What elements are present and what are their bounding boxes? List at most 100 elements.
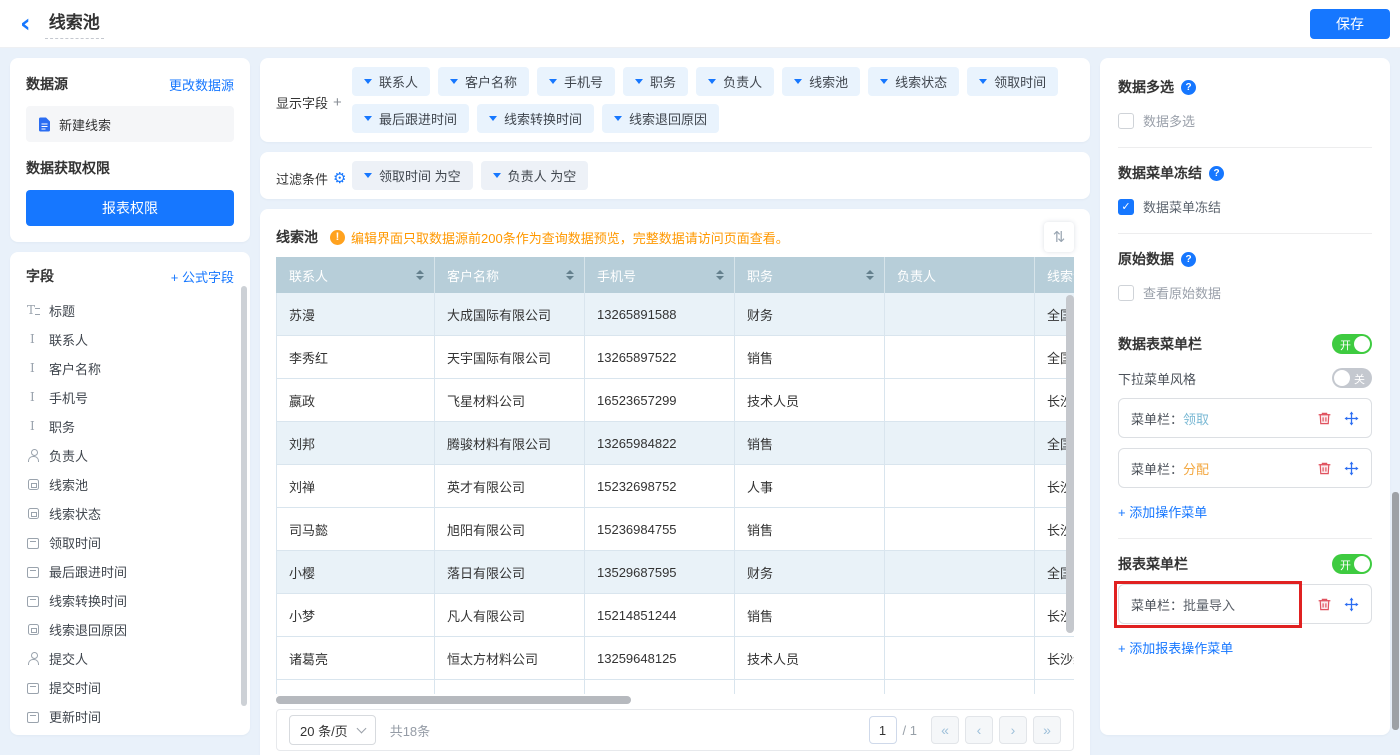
menu-bar-item[interactable]: 菜单栏：批量导入 bbox=[1118, 584, 1372, 624]
fields-scrollbar[interactable] bbox=[241, 286, 247, 706]
back-icon[interactable]: ‹ bbox=[20, 13, 31, 35]
sort-icon[interactable] bbox=[416, 270, 424, 280]
save-button[interactable]: 保存 bbox=[1310, 9, 1390, 39]
checkbox[interactable] bbox=[1118, 285, 1134, 301]
field-item[interactable]: 领取时间 bbox=[26, 528, 234, 557]
field-item[interactable]: 客户名称 bbox=[26, 354, 234, 383]
sort-icon[interactable] bbox=[566, 270, 574, 280]
move-icon[interactable] bbox=[1344, 411, 1359, 426]
field-item[interactable]: 职务 bbox=[26, 412, 234, 441]
field-item[interactable]: 手机号 bbox=[26, 383, 234, 412]
field-item[interactable]: 线索转换时间 bbox=[26, 586, 234, 615]
report-menu-section: 报表菜单栏 开 菜单栏：批量导入 bbox=[1118, 539, 1372, 674]
field-item[interactable]: 更新时间 bbox=[26, 702, 234, 731]
move-icon[interactable] bbox=[1344, 597, 1359, 612]
chevron-down-icon bbox=[635, 79, 643, 84]
help-icon[interactable] bbox=[1209, 166, 1224, 181]
field-item[interactable]: 负责人 bbox=[26, 441, 234, 470]
menu-item-prefix: 菜单栏： bbox=[1131, 462, 1183, 477]
chevron-down-icon bbox=[880, 79, 888, 84]
field-item[interactable]: 线索退回原因 bbox=[26, 615, 234, 644]
table-row: 刘邦 腾骏材料有限公司 13265984822 销售 全国线索 bbox=[277, 422, 1074, 465]
page-scrollbar[interactable] bbox=[1392, 492, 1399, 730]
chevron-down-icon bbox=[708, 79, 716, 84]
page-title[interactable]: 线索池 bbox=[45, 8, 104, 39]
table-cell: 财务 bbox=[735, 293, 885, 336]
add-display-field-button[interactable]: + bbox=[333, 94, 342, 111]
display-field-tag[interactable]: 联系人 bbox=[352, 67, 430, 96]
checkbox-row[interactable]: 数据多选 bbox=[1118, 111, 1372, 130]
change-datasource-link[interactable]: 更改数据源 bbox=[169, 75, 234, 94]
table-menu-toggle[interactable]: 开 bbox=[1332, 334, 1372, 354]
delete-icon[interactable] bbox=[1317, 597, 1332, 612]
column-header[interactable]: 负责人 bbox=[885, 257, 1035, 293]
field-item[interactable]: 提交人 bbox=[26, 644, 234, 673]
first-page-button[interactable]: « bbox=[931, 716, 959, 744]
field-item[interactable]: 线索状态 bbox=[26, 499, 234, 528]
field-item[interactable]: 标题 bbox=[26, 296, 234, 325]
menu-bar-item[interactable]: 菜单栏：分配 bbox=[1118, 448, 1372, 488]
display-field-tag[interactable]: 领取时间 bbox=[967, 67, 1058, 96]
chevron-down-icon bbox=[614, 116, 622, 121]
field-item[interactable]: 联系人 bbox=[26, 325, 234, 354]
display-field-tag[interactable]: 线索状态 bbox=[868, 67, 959, 96]
delete-icon[interactable] bbox=[1317, 461, 1332, 476]
table-vertical-scrollbar[interactable] bbox=[1066, 295, 1074, 633]
gear-icon[interactable]: ⚙ bbox=[333, 171, 346, 186]
field-label: 负责人 bbox=[49, 446, 88, 465]
filter-tag[interactable]: 负责人 为空 bbox=[481, 161, 589, 190]
checkbox[interactable] bbox=[1118, 113, 1134, 129]
display-field-tag[interactable]: 线索转换时间 bbox=[477, 104, 594, 133]
field-item[interactable]: 提交时间 bbox=[26, 673, 234, 702]
column-header[interactable]: 职务 bbox=[735, 257, 885, 293]
datasource-item[interactable]: 新建线索 bbox=[26, 106, 234, 142]
display-field-tag[interactable]: 负责人 bbox=[696, 67, 774, 96]
display-field-tag[interactable]: 手机号 bbox=[537, 67, 615, 96]
column-header[interactable]: 线索池 bbox=[1035, 257, 1175, 293]
table-cell: 苏漫 bbox=[277, 293, 435, 336]
checkbox-row[interactable]: 数据菜单冻结 bbox=[1118, 197, 1372, 216]
report-menu-toggle[interactable]: 开 bbox=[1332, 554, 1372, 574]
field-item[interactable]: 最后跟进时间 bbox=[26, 557, 234, 586]
column-header[interactable]: 联系人 bbox=[277, 257, 435, 293]
table-row: 刘禅 英才有限公司 15232698752 人事 长沙线索 bbox=[277, 465, 1074, 508]
tag-label: 线索转换时间 bbox=[504, 109, 582, 128]
delete-icon[interactable] bbox=[1317, 411, 1332, 426]
move-icon[interactable] bbox=[1344, 461, 1359, 476]
field-label: 标题 bbox=[49, 301, 75, 320]
display-field-tag[interactable]: 职务 bbox=[623, 67, 688, 96]
prev-page-button[interactable]: ‹ bbox=[965, 716, 993, 744]
report-permission-button[interactable]: 报表权限 bbox=[26, 190, 234, 226]
checkbox[interactable] bbox=[1118, 199, 1134, 215]
column-header[interactable]: 手机号 bbox=[585, 257, 735, 293]
help-icon[interactable] bbox=[1181, 80, 1196, 95]
sort-icon[interactable] bbox=[866, 270, 874, 280]
field-type-icon bbox=[26, 478, 40, 492]
chevron-down-icon bbox=[489, 116, 497, 121]
display-field-tag[interactable]: 客户名称 bbox=[438, 67, 529, 96]
table-horizontal-scrollbar[interactable] bbox=[276, 696, 631, 704]
table-cell: 15232698752 bbox=[585, 465, 735, 508]
column-header[interactable]: 客户名称 bbox=[435, 257, 585, 293]
checkbox-label: 数据菜单冻结 bbox=[1143, 197, 1221, 216]
add-report-action-menu-link[interactable]: + 添加报表操作菜单 bbox=[1118, 638, 1233, 657]
table-sort-button[interactable]: ⇅ bbox=[1044, 222, 1074, 252]
table-header: 联系人 客户名称 手机号 职务 bbox=[276, 257, 1074, 293]
last-page-button[interactable]: » bbox=[1033, 716, 1061, 744]
display-field-tag[interactable]: 最后跟进时间 bbox=[352, 104, 469, 133]
add-formula-field-link[interactable]: + 公式字段 bbox=[171, 267, 234, 286]
add-action-menu-link[interactable]: + 添加操作菜单 bbox=[1118, 502, 1207, 521]
page-size-select[interactable]: 20 条/页 bbox=[289, 715, 376, 745]
menu-bar-item[interactable]: 菜单栏：领取 bbox=[1118, 398, 1372, 438]
dropdown-style-toggle[interactable]: 关 bbox=[1332, 368, 1372, 388]
page-input[interactable]: 1 bbox=[869, 716, 897, 744]
field-item[interactable]: 线索池 bbox=[26, 470, 234, 499]
help-icon[interactable] bbox=[1181, 252, 1196, 267]
display-field-tag[interactable]: 线索池 bbox=[782, 67, 860, 96]
next-page-button[interactable]: › bbox=[999, 716, 1027, 744]
table-cell: 英才有限公司 bbox=[435, 465, 585, 508]
display-field-tag[interactable]: 线索退回原因 bbox=[602, 104, 719, 133]
sort-icon[interactable] bbox=[716, 270, 724, 280]
filter-tag[interactable]: 领取时间 为空 bbox=[352, 161, 473, 190]
table-cell bbox=[885, 336, 1035, 379]
